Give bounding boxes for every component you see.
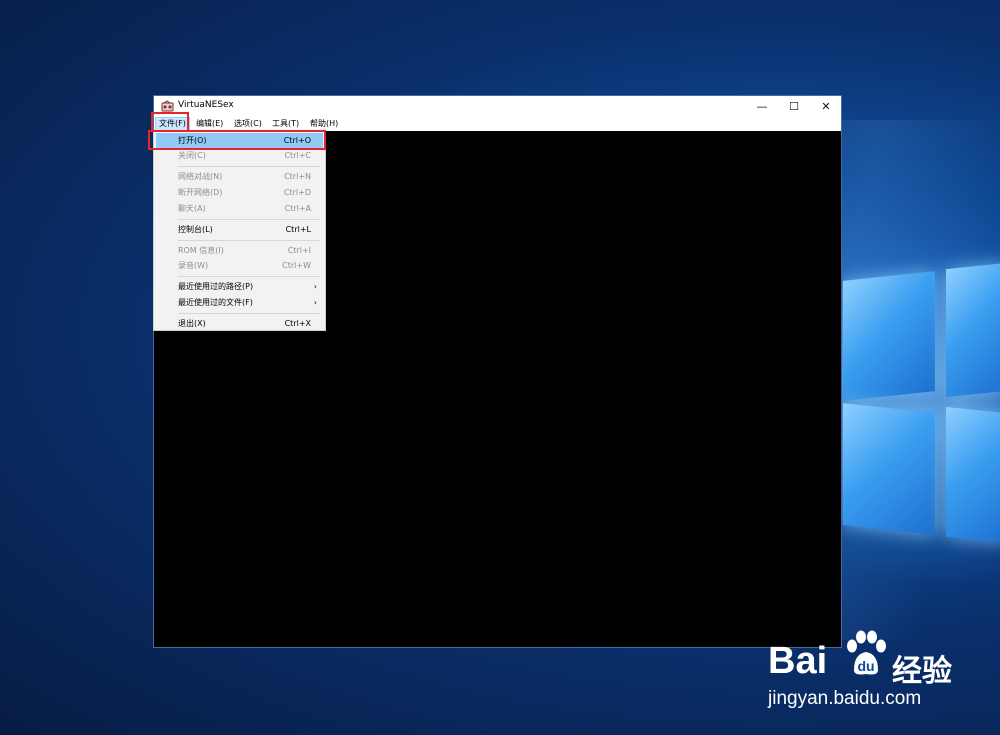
- menu-item-open[interactable]: 打开(O) Ctrl+O: [156, 133, 323, 148]
- menu-item-console[interactable]: 控制台(L) Ctrl+L: [156, 222, 323, 237]
- menu-item-label: 退出(X): [178, 319, 206, 328]
- menu-item-shortcut: Ctrl+X: [284, 319, 311, 328]
- menu-item-shortcut: Ctrl+W: [282, 261, 311, 270]
- app-icon[interactable]: [161, 100, 174, 113]
- menu-options[interactable]: 选项(C): [234, 117, 262, 131]
- menu-separator: [178, 166, 320, 167]
- menu-tools[interactable]: 工具(T): [272, 117, 299, 131]
- svg-text:du: du: [857, 658, 874, 674]
- menu-item-label: 打开(O): [178, 136, 207, 145]
- menu-item-label: 控制台(L): [178, 225, 213, 234]
- menu-item-label: 录音(W): [178, 261, 209, 270]
- submenu-arrow-icon: ›: [313, 298, 317, 307]
- menu-item-label: 关闭(C): [178, 151, 206, 160]
- menu-item-shortcut: Ctrl+D: [283, 188, 311, 197]
- menu-item-shortcut: Ctrl+C: [284, 151, 311, 160]
- menu-item-label: 断开网络(D): [178, 188, 223, 197]
- menu-item-rom-info[interactable]: ROM 信息(I) Ctrl+I: [156, 243, 323, 258]
- menu-item-recent-files[interactable]: 最近使用过的文件(F) ›: [156, 295, 323, 310]
- file-dropdown-menu: 打开(O) Ctrl+O 关闭(C) Ctrl+C 网络对战(N) Ctrl+N…: [153, 130, 326, 331]
- close-button[interactable]: ✕: [810, 96, 842, 117]
- watermark-brand: Bai: [768, 640, 828, 682]
- menu-item-shortcut: Ctrl+A: [284, 204, 311, 213]
- windows-logo-pane: [946, 262, 1000, 398]
- menu-item-recent-paths[interactable]: 最近使用过的路径(P) ›: [156, 279, 323, 294]
- menu-item-netplay[interactable]: 网络对战(N) Ctrl+N: [156, 169, 323, 184]
- maximize-button[interactable]: ☐: [778, 96, 810, 117]
- menu-item-label: 网络对战(N): [178, 172, 223, 181]
- menu-item-exit[interactable]: 退出(X) Ctrl+X: [156, 316, 323, 331]
- menu-separator: [178, 240, 320, 241]
- menu-item-disconnect[interactable]: 断开网络(D) Ctrl+D: [156, 185, 323, 200]
- window-title: VirtuaNESex: [178, 100, 234, 110]
- menu-item-record[interactable]: 录音(W) Ctrl+W: [156, 258, 323, 273]
- menu-file[interactable]: 文件(F): [155, 117, 190, 131]
- menu-item-label: 最近使用过的文件(F): [178, 298, 253, 307]
- minimize-icon: —: [756, 100, 768, 113]
- menu-item-label: 最近使用过的路径(P): [178, 282, 254, 291]
- menu-item-shortcut: Ctrl+L: [285, 225, 311, 234]
- submenu-arrow-icon: ›: [313, 282, 317, 291]
- paw-icon: du: [847, 630, 886, 675]
- close-icon: ✕: [821, 100, 831, 113]
- title-bar[interactable]: VirtuaNESex — ☐ ✕: [154, 96, 841, 117]
- windows-logo-pane: [843, 271, 935, 401]
- desktop-background: VirtuaNESex — ☐ ✕ 文件(F) 编辑(E) 选项(C) 工具(T…: [0, 0, 1000, 735]
- minimize-button[interactable]: —: [746, 96, 778, 117]
- menu-help[interactable]: 帮助(H): [310, 117, 338, 131]
- menu-item-shortcut: Ctrl+N: [284, 172, 311, 181]
- menu-item-label: ROM 信息(I): [178, 246, 224, 255]
- menu-separator: [178, 219, 320, 220]
- menu-item-close[interactable]: 关闭(C) Ctrl+C: [156, 148, 323, 163]
- menu-bar: 文件(F) 编辑(E) 选项(C) 工具(T) 帮助(H): [154, 117, 841, 131]
- windows-logo-pane: [843, 403, 935, 535]
- maximize-icon: ☐: [789, 100, 799, 113]
- watermark-brand-suffix: 经验: [892, 654, 952, 689]
- menu-separator: [178, 276, 320, 277]
- windows-logo-pane: [946, 406, 1000, 544]
- menu-separator: [178, 313, 320, 314]
- menu-item-label: 聊天(A): [178, 204, 206, 213]
- menu-item-shortcut: Ctrl+O: [283, 136, 311, 145]
- baidu-jingyan-watermark: Bai du 经验 jingyan.baidu.com: [760, 626, 980, 716]
- menu-edit[interactable]: 编辑(E): [196, 117, 223, 131]
- menu-item-chat[interactable]: 聊天(A) Ctrl+A: [156, 201, 323, 216]
- menu-item-shortcut: Ctrl+I: [287, 246, 311, 255]
- watermark-url: jingyan.baidu.com: [768, 688, 922, 709]
